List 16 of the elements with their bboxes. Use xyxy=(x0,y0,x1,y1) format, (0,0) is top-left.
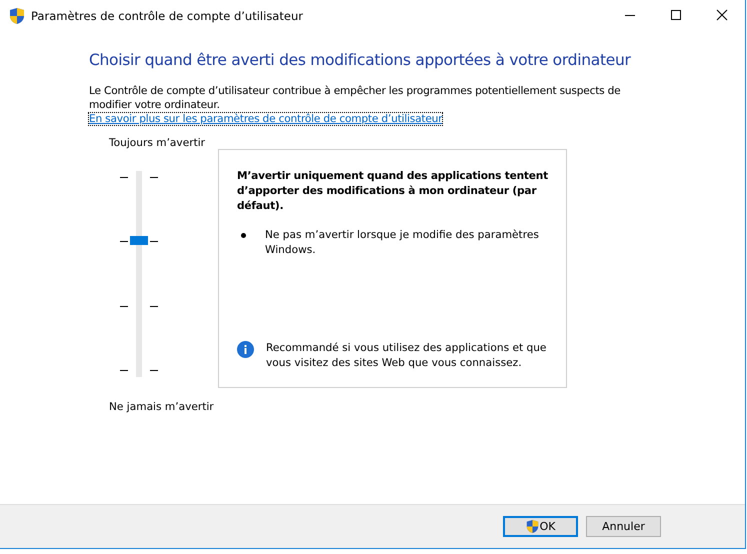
window-title: Paramètres de contrôle de compte d’utilisateur xyxy=(31,9,304,23)
note-text: Recommandé si vous utilisez des applications et que vous visitez des sites Web que vous connaissez. xyxy=(266,341,548,371)
bullet-icon xyxy=(241,233,246,238)
learn-more-link[interactable]: En savoir plus sur les paramètres de contrôle de compte d’utilisateur xyxy=(89,113,442,125)
dialog-button[interactable]: OK xyxy=(503,516,578,537)
shield-icon xyxy=(526,519,539,534)
bullet-text: Ne pas m’avertir lorsque je modifie des paramètres Windows. xyxy=(265,228,540,258)
slider-thumb[interactable] xyxy=(130,236,148,245)
details-title: M’avertir uniquement quand des applications tentent d’apporter des modifications à mon ordinateur (par défaut). xyxy=(237,169,548,214)
description-text: Le Contrôle de compte d’utilisateur contribue à empêcher les programmes potentiellement suspects de modifier votre ordinateur. xyxy=(89,84,622,112)
page-heading: Choisir quand être averti des modifications apportées à votre ordinateur xyxy=(89,51,632,69)
slider-top-label: Toujours m’avertir xyxy=(109,137,206,149)
slider-bottom-label: Ne jamais m’avertir xyxy=(109,401,215,413)
shield-icon xyxy=(9,7,25,25)
dialog-button[interactable]: Annuler xyxy=(586,516,661,537)
info-icon xyxy=(237,341,254,358)
